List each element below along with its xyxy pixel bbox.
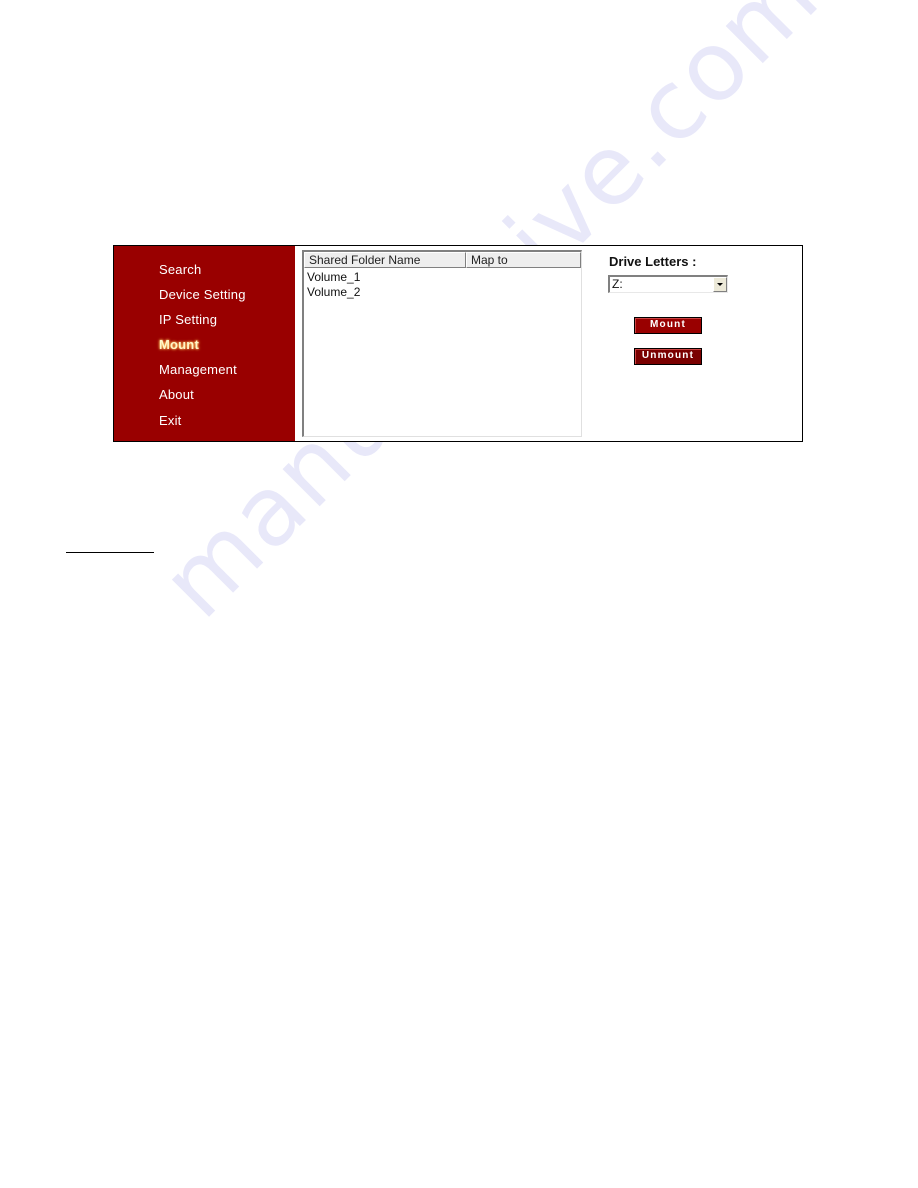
sidebar-item-management[interactable]: Management	[159, 362, 237, 377]
sidebar-item-mount[interactable]: Mount	[159, 337, 199, 352]
list-item[interactable]: Volume_2	[304, 285, 581, 300]
column-header-map-to[interactable]: Map to	[466, 252, 581, 268]
list-header: Shared Folder Name Map to	[304, 252, 581, 268]
shared-folder-list[interactable]: Shared Folder Name Map to Volume_1 Volum…	[302, 250, 582, 437]
sidebar-item-search[interactable]: Search	[159, 262, 201, 277]
chevron-down-icon	[717, 283, 723, 286]
list-item[interactable]: Volume_1	[304, 270, 581, 285]
drive-letter-select[interactable]: Z:	[608, 275, 728, 293]
heading-underline	[66, 552, 154, 553]
sidebar-item-about[interactable]: About	[159, 387, 194, 402]
sidebar-item-ip-setting[interactable]: IP Setting	[159, 312, 217, 327]
sidebar-item-device-setting[interactable]: Device Setting	[159, 287, 246, 302]
mount-button[interactable]: Mount	[634, 317, 702, 334]
sidebar-item-exit[interactable]: Exit	[159, 413, 181, 428]
unmount-button[interactable]: Unmount	[634, 348, 702, 365]
dropdown-button[interactable]	[713, 277, 727, 292]
list-body: Volume_1 Volume_2	[304, 268, 581, 300]
column-header-shared-folder-name[interactable]: Shared Folder Name	[304, 252, 466, 268]
sidebar-nav: Search Device Setting IP Setting Mount M…	[114, 246, 295, 441]
drive-letters-label: Drive Letters :	[609, 254, 697, 269]
drive-letter-value: Z:	[612, 277, 623, 291]
mount-window: Search Device Setting IP Setting Mount M…	[113, 245, 803, 442]
